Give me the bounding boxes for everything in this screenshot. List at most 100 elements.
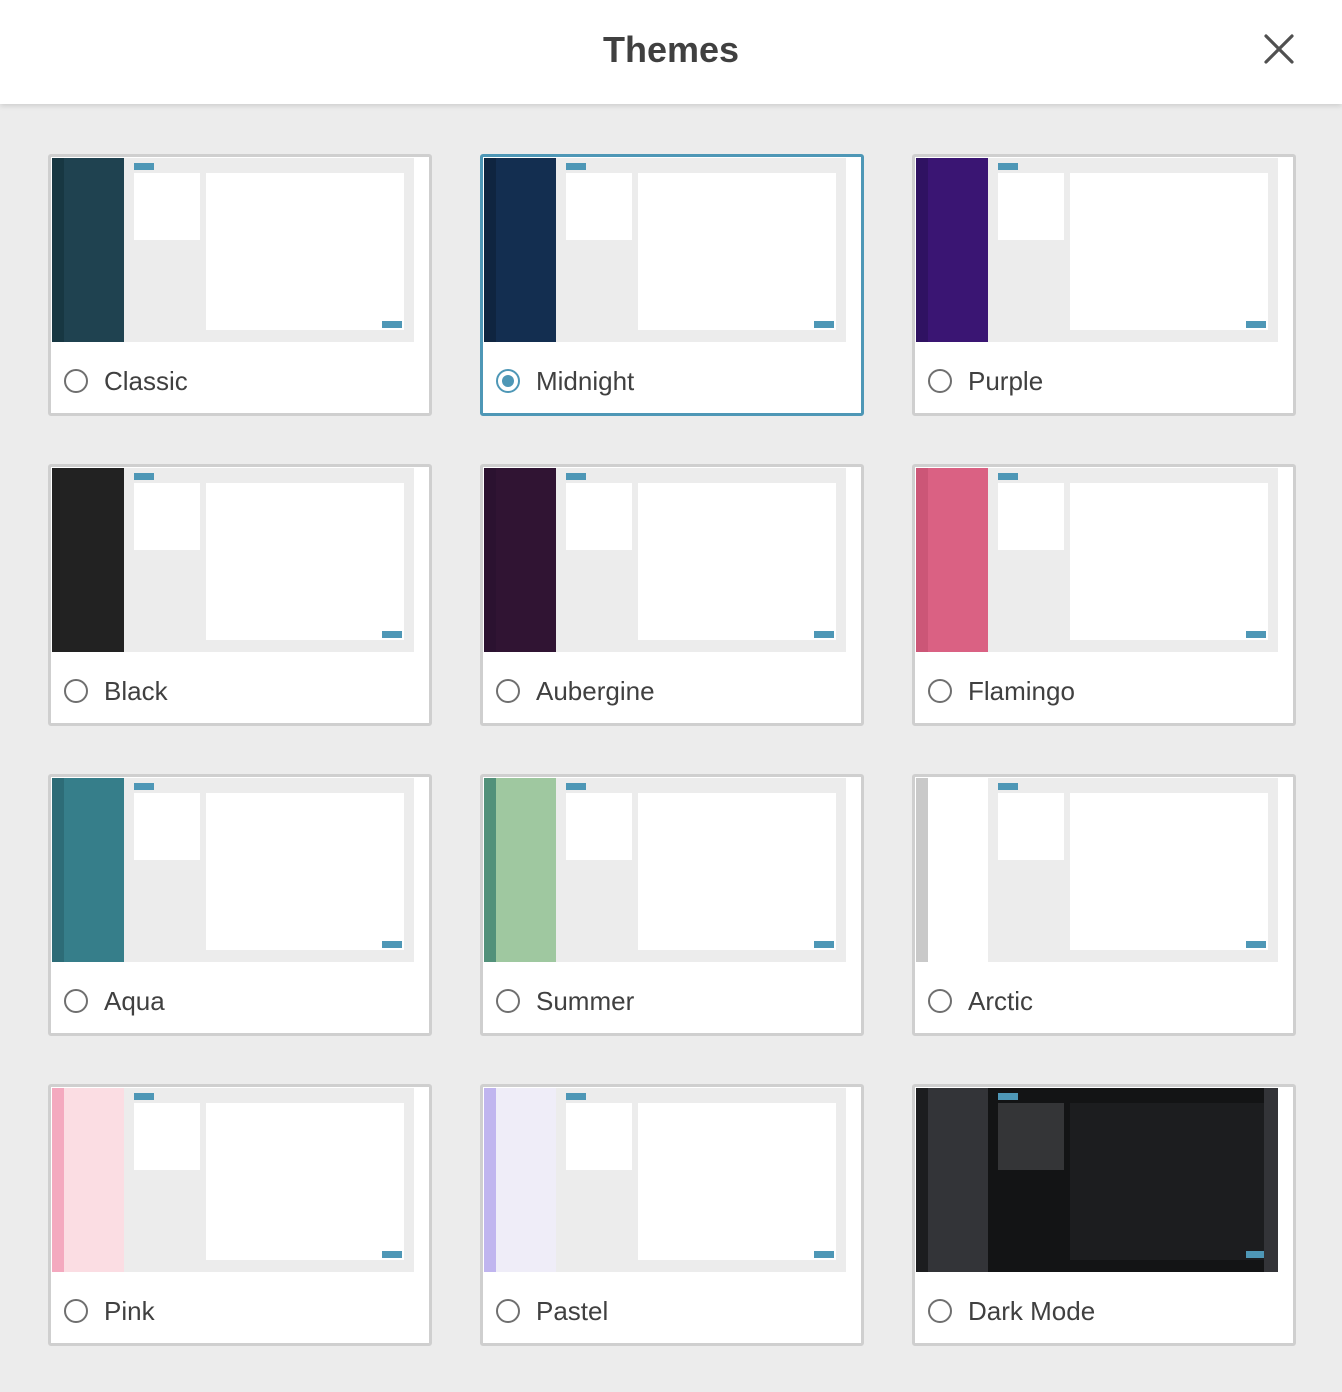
preview-sidebar: [928, 778, 988, 962]
theme-card[interactable]: Arctic: [912, 774, 1296, 1036]
preview-accent-bottom: [814, 321, 834, 328]
radio-unchecked-icon[interactable]: [928, 369, 952, 393]
theme-option[interactable]: Classic: [64, 363, 188, 399]
preview-accent-bottom: [1246, 1251, 1266, 1258]
preview-main-pane: [206, 1103, 404, 1260]
preview-accent-bottom: [1246, 321, 1266, 328]
preview-small-pane: [998, 1103, 1064, 1170]
preview-small-pane: [998, 793, 1064, 860]
preview-sidebar-strip: [484, 158, 496, 342]
preview-small-pane: [566, 1103, 632, 1170]
theme-card[interactable]: Pink: [48, 1084, 432, 1346]
preview-small-pane: [998, 483, 1064, 550]
preview-accent-top: [566, 473, 586, 480]
preview-main-pane: [206, 793, 404, 950]
radio-unchecked-icon[interactable]: [64, 1299, 88, 1323]
theme-preview: [52, 468, 414, 652]
preview-sidebar-strip: [484, 1088, 496, 1272]
radio-unchecked-icon[interactable]: [496, 1299, 520, 1323]
theme-card[interactable]: Black: [48, 464, 432, 726]
preview-sidebar-strip: [484, 468, 496, 652]
preview-accent-top: [134, 1093, 154, 1100]
theme-option[interactable]: Summer: [496, 983, 634, 1019]
preview-accent-top: [566, 163, 586, 170]
preview-accent-top: [998, 783, 1018, 790]
theme-preview: [916, 468, 1278, 652]
theme-card[interactable]: Pastel: [480, 1084, 864, 1346]
preview-small-pane: [134, 483, 200, 550]
preview-small-pane: [566, 793, 632, 860]
preview-accent-top: [134, 163, 154, 170]
theme-card[interactable]: Purple: [912, 154, 1296, 416]
theme-option[interactable]: Flamingo: [928, 673, 1075, 709]
theme-option[interactable]: Aubergine: [496, 673, 655, 709]
preview-accent-bottom: [382, 941, 402, 948]
theme-card[interactable]: Aqua: [48, 774, 432, 1036]
theme-option[interactable]: Aqua: [64, 983, 165, 1019]
theme-card[interactable]: Summer: [480, 774, 864, 1036]
radio-checked-icon[interactable]: [496, 369, 520, 393]
radio-unchecked-icon[interactable]: [928, 1299, 952, 1323]
theme-name: Dark Mode: [968, 1296, 1096, 1326]
theme-name: Pastel: [536, 1296, 609, 1326]
radio-unchecked-icon[interactable]: [928, 679, 952, 703]
preview-accent-bottom: [814, 631, 834, 638]
theme-name: Aqua: [104, 986, 165, 1016]
theme-option[interactable]: Dark Mode: [928, 1293, 1095, 1329]
theme-card[interactable]: Classic: [48, 154, 432, 416]
radio-unchecked-icon[interactable]: [64, 679, 88, 703]
theme-preview: [916, 778, 1278, 962]
preview-main-pane: [1070, 1103, 1268, 1260]
theme-preview: [916, 158, 1278, 342]
preview-sidebar-strip: [916, 778, 928, 962]
preview-accent-bottom: [382, 321, 402, 328]
theme-option[interactable]: Arctic: [928, 983, 1033, 1019]
preview-sidebar-strip: [916, 468, 928, 652]
preview-main-pane: [638, 173, 836, 330]
theme-card[interactable]: Dark Mode: [912, 1084, 1296, 1346]
preview-accent-top: [998, 473, 1018, 480]
close-icon: [1264, 34, 1294, 64]
theme-preview: [52, 158, 414, 342]
theme-preview: [52, 1088, 414, 1272]
theme-preview: [484, 158, 846, 342]
preview-sidebar-strip: [52, 1088, 64, 1272]
preview-main-pane: [1070, 173, 1268, 330]
preview-sidebar: [928, 1088, 988, 1272]
preview-sidebar-strip: [916, 1088, 928, 1272]
preview-main-pane: [638, 1103, 836, 1260]
preview-main-pane: [1070, 793, 1268, 950]
preview-small-pane: [134, 173, 200, 240]
theme-option[interactable]: Pastel: [496, 1293, 608, 1329]
preview-sidebar: [496, 158, 556, 342]
radio-unchecked-icon[interactable]: [64, 989, 88, 1013]
preview-sidebar: [496, 1088, 556, 1272]
theme-name: Summer: [536, 986, 635, 1016]
radio-unchecked-icon[interactable]: [496, 989, 520, 1013]
radio-unchecked-icon[interactable]: [496, 679, 520, 703]
theme-option[interactable]: Black: [64, 673, 168, 709]
theme-option[interactable]: Purple: [928, 363, 1043, 399]
radio-unchecked-icon[interactable]: [928, 989, 952, 1013]
theme-preview: [484, 468, 846, 652]
preview-sidebar: [496, 468, 556, 652]
theme-option[interactable]: Pink: [64, 1293, 155, 1329]
preview-small-pane: [134, 1103, 200, 1170]
theme-name: Flamingo: [968, 676, 1075, 706]
preview-accent-top: [998, 163, 1018, 170]
theme-name: Midnight: [536, 366, 635, 396]
preview-main-pane: [1070, 483, 1268, 640]
theme-name: Classic: [104, 366, 188, 396]
theme-card[interactable]: Aubergine: [480, 464, 864, 726]
preview-accent-top: [134, 473, 154, 480]
theme-name: Black: [104, 676, 168, 706]
radio-unchecked-icon[interactable]: [64, 369, 88, 393]
theme-card[interactable]: Midnight: [480, 154, 864, 416]
close-button[interactable]: [1256, 28, 1302, 74]
theme-card[interactable]: Flamingo: [912, 464, 1296, 726]
preview-main-pane: [638, 483, 836, 640]
theme-preview: [484, 778, 846, 962]
preview-accent-bottom: [382, 1251, 402, 1258]
preview-accent-bottom: [1246, 631, 1266, 638]
theme-option[interactable]: Midnight: [496, 363, 634, 399]
